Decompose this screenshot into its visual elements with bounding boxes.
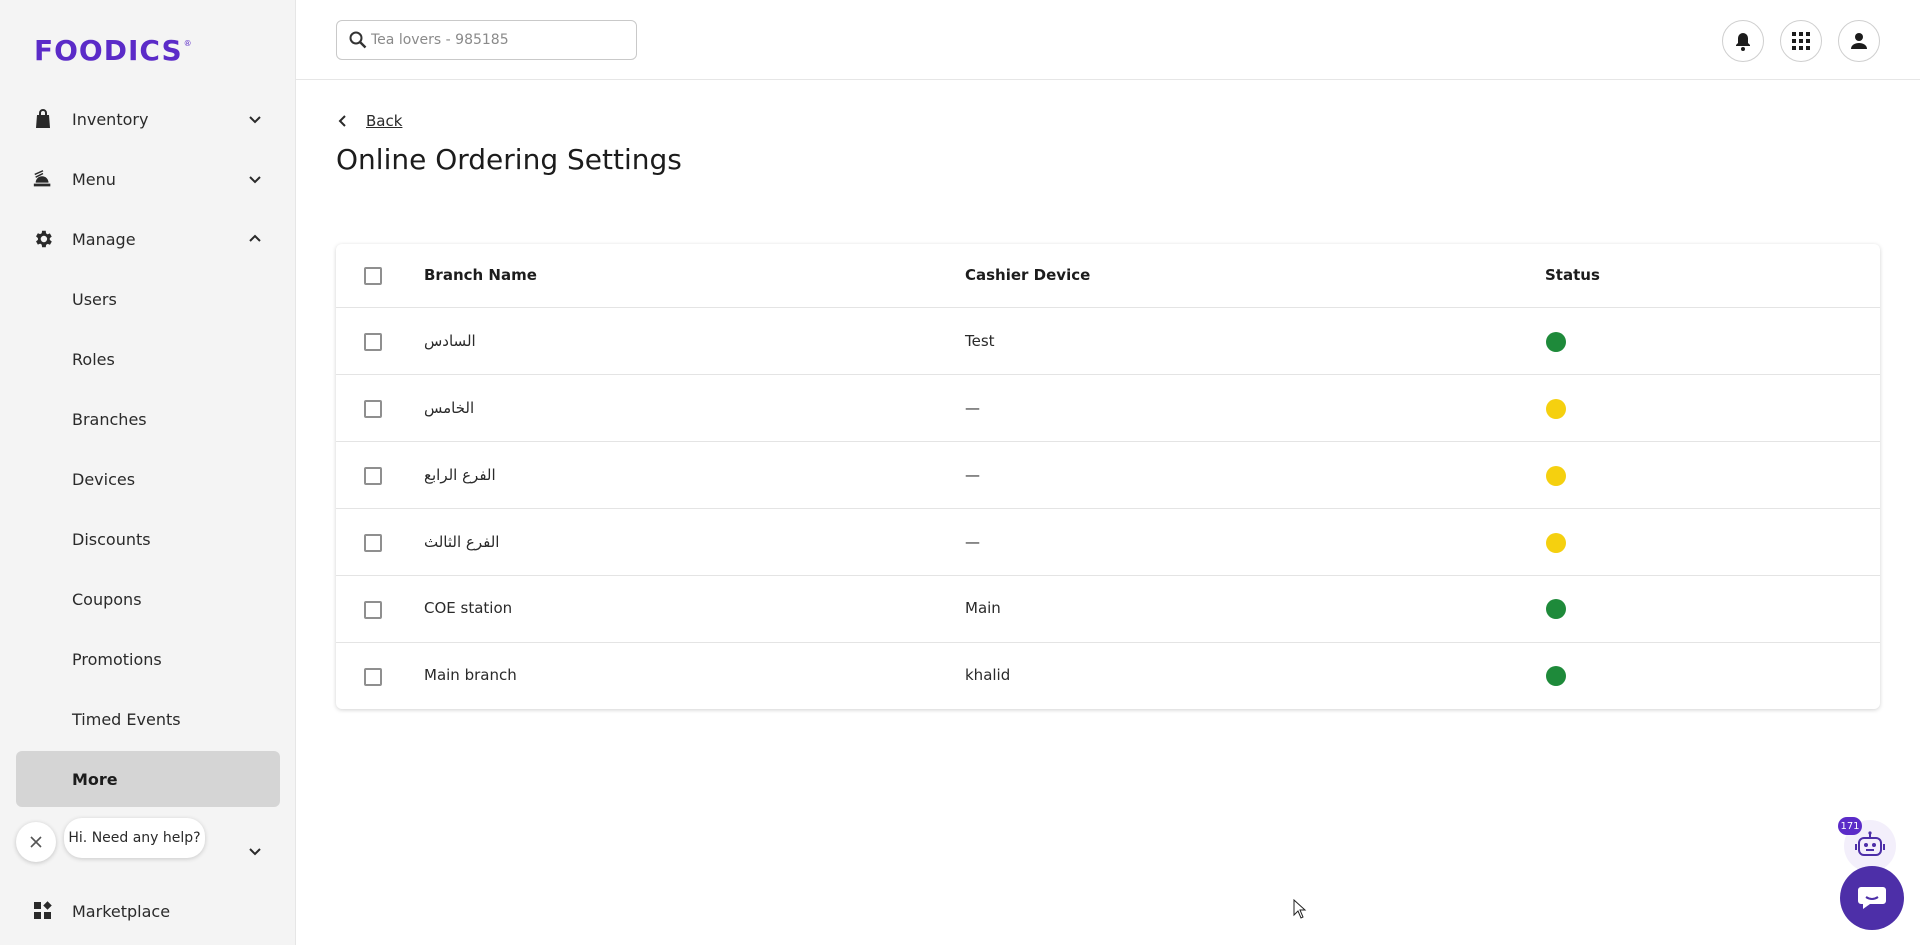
profile-button[interactable]: [1838, 20, 1880, 62]
apps-icon: [32, 900, 54, 922]
sidebar-item-promotions[interactable]: Promotions: [16, 631, 280, 687]
chat-bubble-icon: [1858, 887, 1886, 909]
table-header-row: Branch Name Cashier Device Status: [336, 244, 1880, 308]
gear-icon: [32, 228, 54, 250]
help-close-button[interactable]: [16, 822, 56, 862]
row-checkbox[interactable]: [364, 534, 382, 552]
table-row[interactable]: الفرع الرابع —: [336, 442, 1880, 509]
sidebar: FOODICS ® Inventory Menu Manage Users Ro…: [0, 0, 296, 945]
chevron-down-icon: [249, 116, 261, 124]
row-checkbox[interactable]: [364, 668, 382, 686]
grid-apps-icon: [1792, 32, 1810, 50]
close-icon: [30, 836, 42, 848]
chevron-up-icon: [249, 234, 261, 242]
cashier-device: khalid: [965, 666, 1011, 684]
user-icon: [1851, 33, 1867, 49]
foodics-logo[interactable]: FOODICS ®: [34, 34, 192, 67]
mouse-cursor-icon: [1293, 899, 1307, 919]
branch-name: السادس: [424, 332, 476, 350]
sidebar-item-label: Branches: [72, 409, 147, 429]
chat-button[interactable]: [1840, 866, 1904, 930]
sidebar-item-label: Manage: [72, 229, 136, 249]
sidebar-item-label: Marketplace: [72, 901, 171, 921]
cashier-device: —: [965, 533, 980, 551]
status-indicator: [1546, 466, 1566, 486]
status-indicator: [1546, 399, 1566, 419]
chevron-left-icon: [338, 115, 346, 127]
sidebar-item-roles[interactable]: Roles: [16, 331, 280, 387]
table-row[interactable]: Main branch khalid: [336, 643, 1880, 709]
cashier-device: —: [965, 399, 980, 417]
sidebar-item-label: Timed Events: [72, 709, 181, 729]
sidebar-item-menu[interactable]: Menu: [16, 151, 280, 207]
sidebar-item-marketplace[interactable]: Marketplace: [16, 883, 280, 939]
chevron-down-icon: [249, 176, 261, 184]
status-indicator: [1546, 533, 1566, 553]
sidebar-item-label: Promotions: [72, 649, 162, 669]
sidebar-item-users[interactable]: Users: [16, 271, 280, 327]
sidebar-item-more[interactable]: More: [16, 751, 280, 807]
sidebar-item-coupons[interactable]: Coupons: [16, 571, 280, 627]
apps-button[interactable]: [1780, 20, 1822, 62]
table-row[interactable]: السادس Test: [336, 308, 1880, 375]
shopping-bag-icon: [32, 108, 54, 130]
row-checkbox[interactable]: [364, 333, 382, 351]
help-message-bubble[interactable]: Hi. Need any help?: [64, 818, 205, 858]
sidebar-item-label: Menu: [72, 169, 116, 189]
branch-name: الفرع الرابع: [424, 466, 496, 484]
cashier-device: Main: [965, 599, 1001, 617]
notifications-button[interactable]: [1722, 20, 1764, 62]
logo-registered-mark: ®: [183, 39, 192, 48]
top-bar: [296, 0, 1920, 80]
sidebar-item-label: More: [72, 769, 118, 789]
table-row[interactable]: الفرع الثالث —: [336, 509, 1880, 576]
search-input[interactable]: [371, 29, 626, 51]
sidebar-item-timed-events[interactable]: Timed Events: [16, 691, 280, 747]
column-header-cashier-device[interactable]: Cashier Device: [965, 266, 1090, 284]
sidebar-item-label: Devices: [72, 469, 136, 489]
status-indicator: [1546, 332, 1566, 352]
status-indicator: [1546, 599, 1566, 619]
branch-name: الفرع الثالث: [424, 533, 500, 551]
sidebar-item-branches[interactable]: Branches: [16, 391, 280, 447]
sidebar-item-label: Users: [72, 289, 117, 309]
column-header-status[interactable]: Status: [1545, 266, 1600, 284]
search-icon: [349, 31, 367, 49]
sidebar-item-inventory[interactable]: Inventory: [16, 91, 280, 147]
column-header-branch-name[interactable]: Branch Name: [424, 266, 537, 284]
food-tray-icon: [32, 168, 54, 190]
row-checkbox[interactable]: [364, 601, 382, 619]
row-checkbox[interactable]: [364, 467, 382, 485]
robot-icon: [1855, 831, 1885, 856]
sidebar-item-label: Discounts: [72, 529, 151, 549]
branch-name: COE station: [424, 599, 513, 617]
sidebar-item-label: Coupons: [72, 589, 142, 609]
back-link[interactable]: Back: [336, 112, 402, 130]
back-label: Back: [366, 112, 403, 130]
branch-name: الخامس: [424, 399, 475, 417]
chevron-down-icon: [249, 848, 261, 856]
branch-name: Main branch: [424, 666, 517, 684]
bell-icon: [1736, 33, 1750, 51]
select-all-checkbox[interactable]: [364, 267, 382, 285]
row-checkbox[interactable]: [364, 400, 382, 418]
sidebar-item-devices[interactable]: Devices: [16, 451, 280, 507]
cashier-device: Test: [965, 332, 995, 350]
table-row[interactable]: COE station Main: [336, 576, 1880, 643]
status-indicator: [1546, 666, 1566, 686]
notification-count-badge: 171: [1838, 817, 1862, 835]
search-box[interactable]: [336, 20, 637, 60]
sidebar-item-discounts[interactable]: Discounts: [16, 511, 280, 567]
sidebar-item-label: Inventory: [72, 109, 149, 129]
logo-text: FOODICS: [34, 34, 183, 67]
sidebar-item-label: Roles: [72, 349, 115, 369]
page-title: Online Ordering Settings: [336, 143, 682, 176]
sidebar-item-manage[interactable]: Manage: [16, 211, 280, 267]
table-row[interactable]: الخامس —: [336, 375, 1880, 442]
branches-table: Branch Name Cashier Device Status السادس…: [336, 244, 1880, 709]
cashier-device: —: [965, 466, 980, 484]
